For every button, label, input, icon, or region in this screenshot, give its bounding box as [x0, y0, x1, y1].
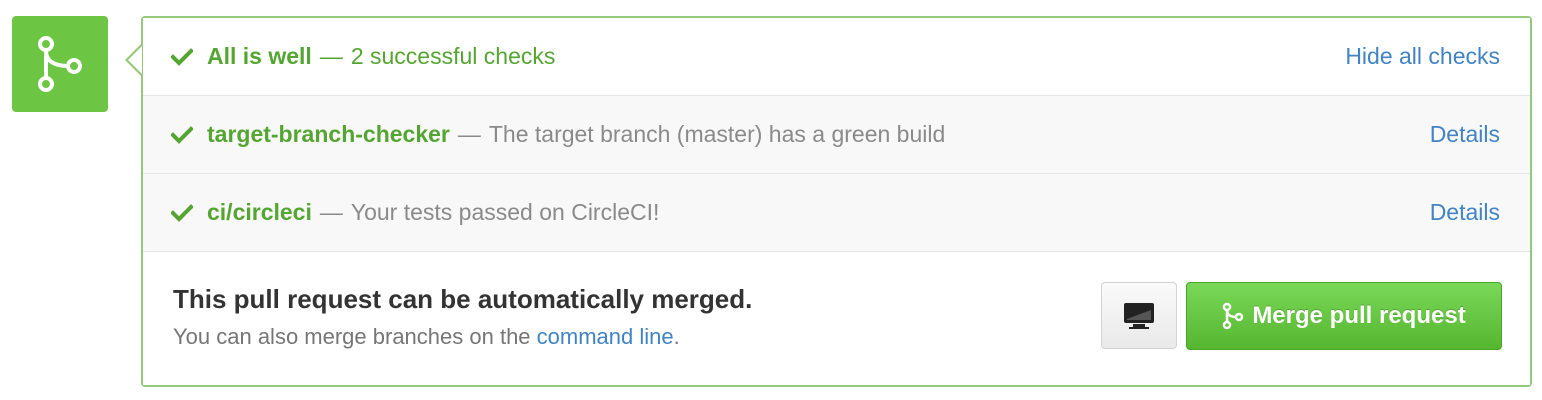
check-separator: — — [319, 199, 343, 225]
check-description: The target branch (master) has a green b… — [488, 121, 946, 147]
command-line-link[interactable]: command line — [537, 324, 674, 349]
check-name: ci/circleci — [207, 199, 312, 225]
check-separator: — — [457, 121, 481, 147]
merge-subtext: You can also merge branches on the comma… — [173, 324, 680, 350]
command-line-instructions-button[interactable] — [1101, 282, 1177, 349]
checks-summary-row: All is well — 2 successful checks Hide a… — [143, 18, 1530, 96]
merge-button-label: Merge pull request — [1252, 302, 1466, 329]
git-merge-icon — [38, 36, 82, 92]
merge-title: This pull request can be automatically m… — [173, 284, 753, 314]
desktop-icon — [1124, 302, 1154, 329]
merge-status-icon — [12, 16, 108, 112]
check-details-link[interactable]: Details — [1430, 199, 1500, 226]
box-pointer-fill — [128, 46, 142, 74]
check-icon — [171, 125, 193, 144]
summary-separator: — — [319, 43, 343, 69]
merge-pull-request-button[interactable]: Merge pull request — [1186, 282, 1502, 350]
check-description: Your tests passed on CircleCI! — [350, 199, 660, 225]
merge-area: This pull request can be automatically m… — [143, 252, 1530, 385]
check-row: ci/circleci — Your tests passed on Circl… — [143, 174, 1530, 252]
summary-title: All is well — [207, 43, 312, 69]
merge-subtext-suffix: . — [673, 324, 680, 349]
hide-all-checks-link[interactable]: Hide all checks — [1345, 43, 1500, 70]
check-row: target-branch-checker — The target branc… — [143, 96, 1530, 174]
git-merge-icon — [1223, 302, 1244, 330]
check-icon — [171, 47, 193, 66]
merge-status-box: All is well — 2 successful checks Hide a… — [141, 16, 1532, 387]
check-details-link[interactable]: Details — [1430, 121, 1500, 148]
check-icon — [171, 203, 193, 222]
merge-subtext-prefix: You can also merge branches on the — [173, 324, 537, 349]
summary-detail: 2 successful checks — [350, 43, 556, 69]
check-name: target-branch-checker — [207, 121, 450, 147]
